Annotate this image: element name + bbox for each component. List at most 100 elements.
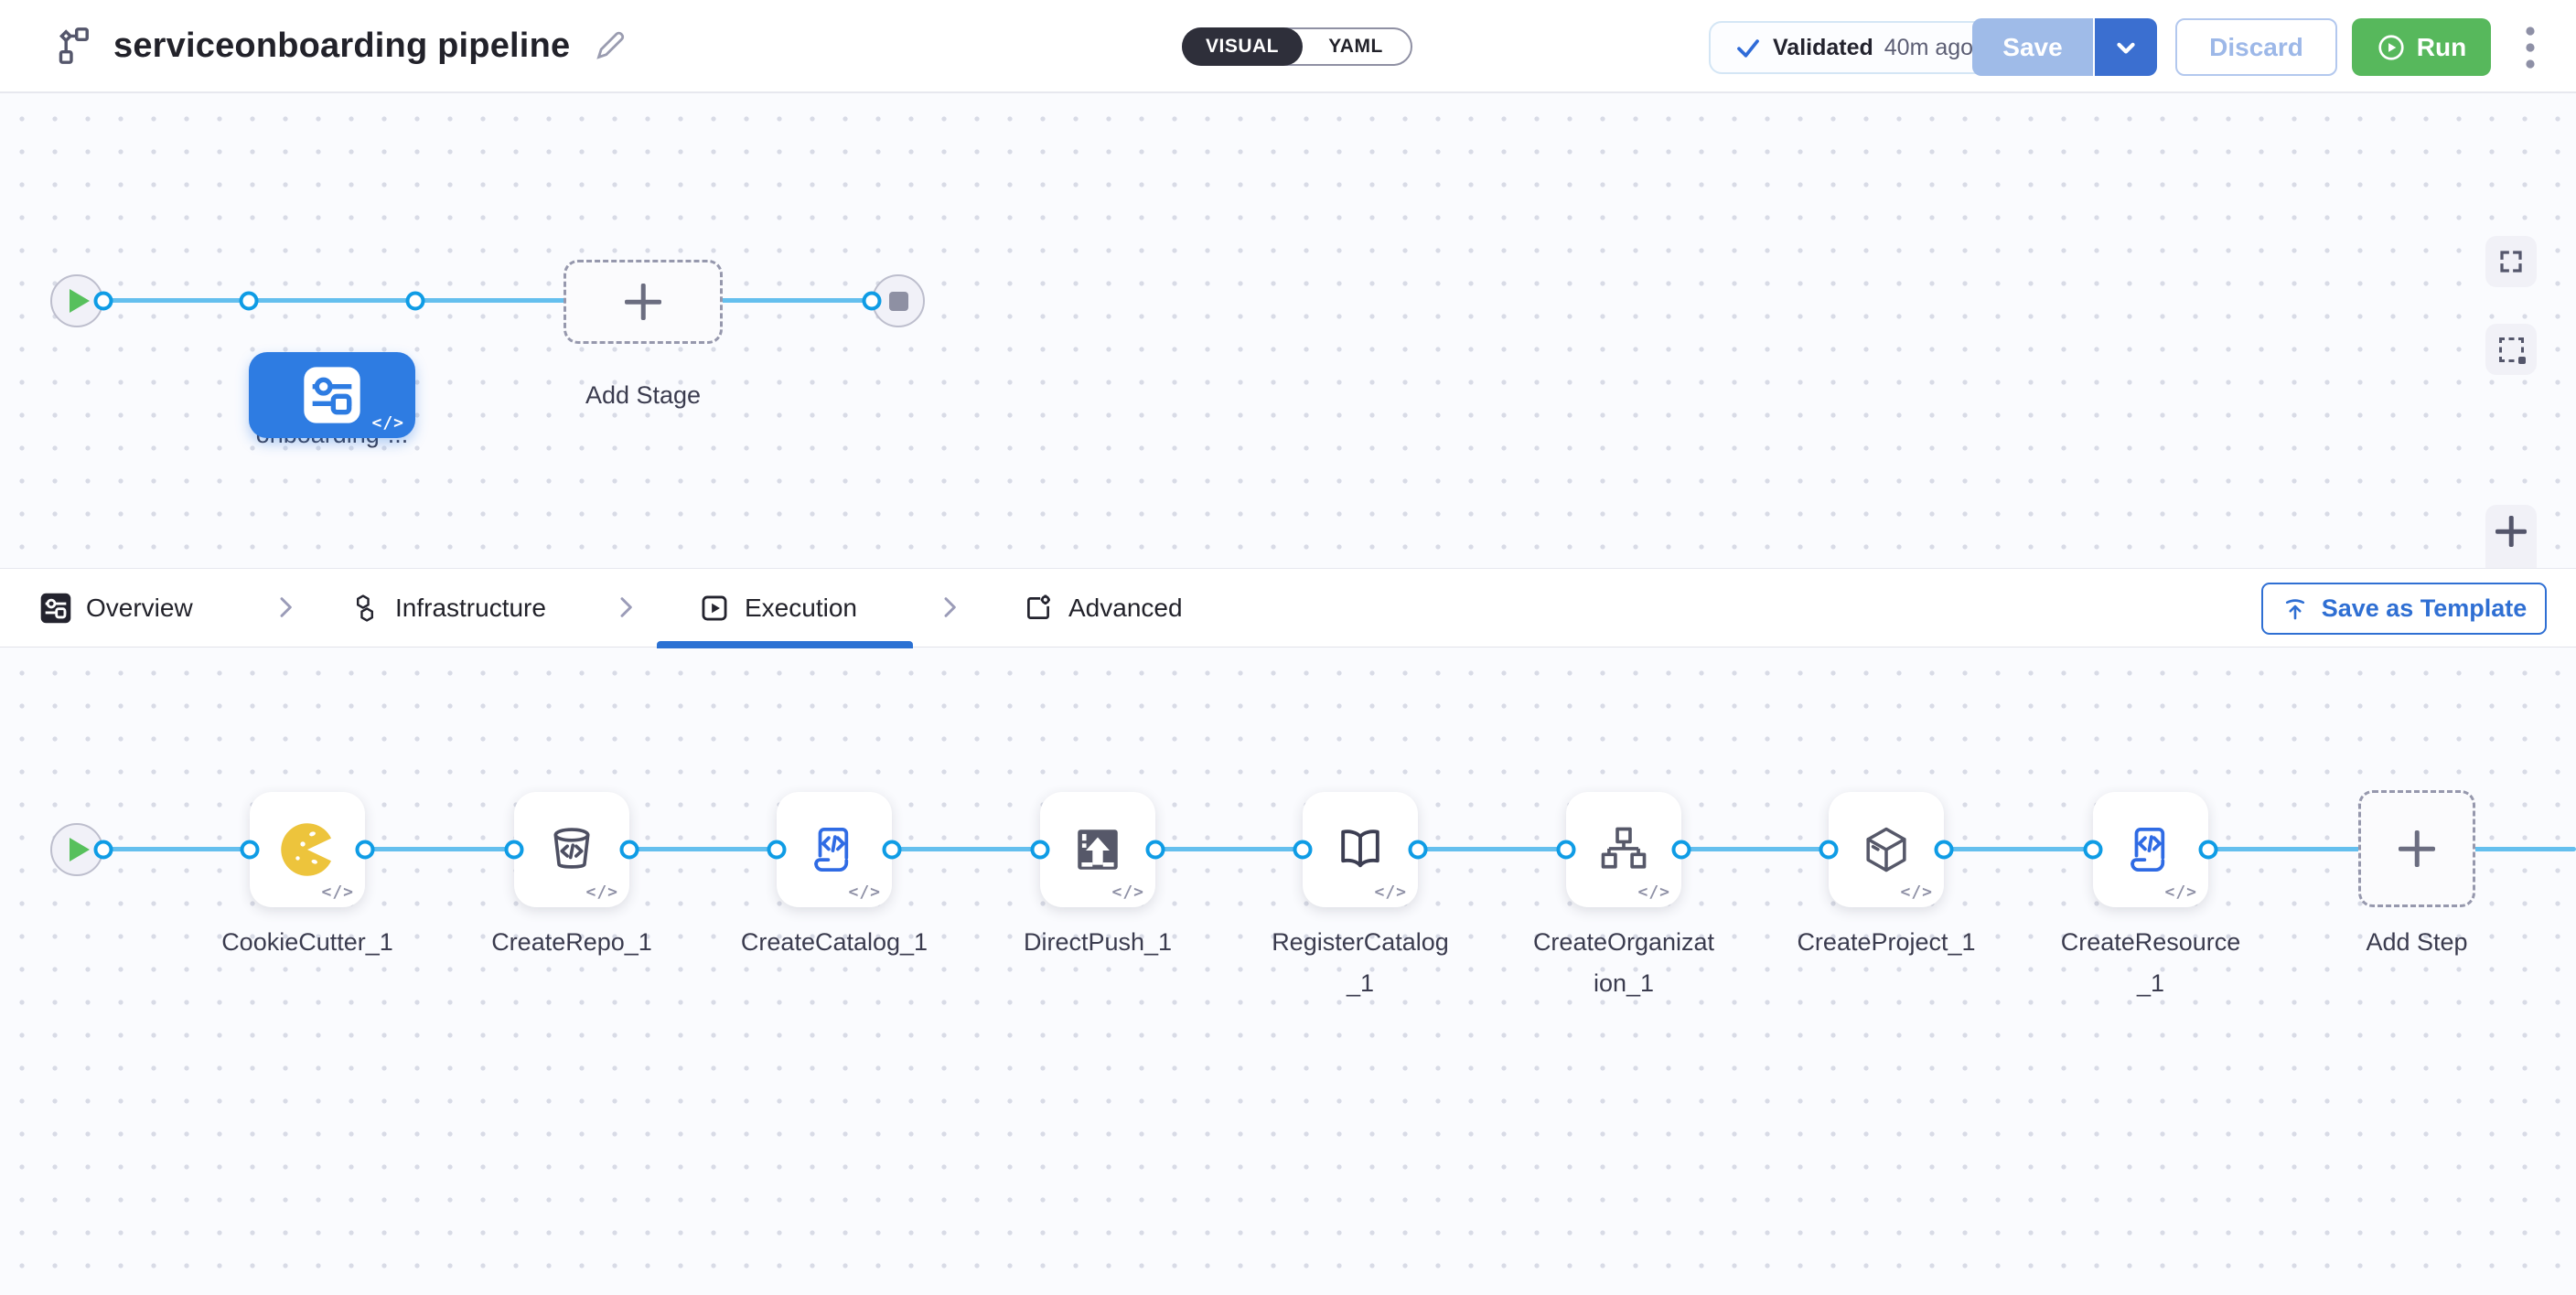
open-book-icon (1332, 821, 1389, 878)
step-node-createcatalog[interactable]: </> (777, 792, 892, 907)
cookie-cutter-icon (279, 821, 336, 878)
execution-canvas[interactable]: </> </> (0, 648, 2576, 1295)
port (883, 840, 902, 860)
direct-push-icon (1071, 823, 1124, 876)
stop-icon (889, 292, 908, 311)
selection-mode-button[interactable] (2485, 324, 2537, 375)
chevron-right-icon (611, 593, 640, 622)
port (1935, 840, 1954, 860)
step-code-badge: </> (1900, 883, 1933, 902)
step-label: DirectPush_1 (979, 922, 1217, 963)
overview-icon (40, 593, 71, 624)
tab-advanced[interactable]: Advanced (1023, 569, 1183, 647)
step-label: CreateProject_1 (1767, 922, 2005, 963)
save-as-template-button[interactable]: Save as Template (2261, 583, 2547, 635)
step-node-cookiecutter[interactable]: </> (250, 792, 365, 907)
port (1146, 840, 1165, 860)
step-label: CreateCatalog_1 (715, 922, 953, 963)
step-label: CookieCutter_1 (188, 922, 426, 963)
stage-pipeline-icon (303, 366, 361, 424)
stage-tab-bar: Overview Infrastructure (0, 568, 2576, 648)
step-node-createorganization[interactable]: </> (1566, 792, 1681, 907)
fullscreen-button[interactable] (2485, 236, 2537, 287)
save-split-button: Save (1972, 18, 2157, 76)
step-node-createresource[interactable]: </> (2093, 792, 2208, 907)
port (94, 840, 113, 860)
port (1819, 840, 1839, 860)
upload-icon (2281, 595, 2309, 623)
stage-code-badge: </> (371, 413, 404, 433)
zoom-out-button[interactable] (2485, 559, 2537, 569)
port (2199, 840, 2218, 860)
code-scroll-icon (806, 821, 863, 878)
validated-time: 40m ago (1884, 35, 1973, 61)
header: serviceonboarding pipeline VISUAL YAML V… (0, 0, 2576, 93)
stage-canvas[interactable]: </> service- onboarding-... Add Stage (0, 93, 2576, 568)
step-code-badge: </> (585, 883, 618, 902)
port (1293, 840, 1313, 860)
execution-icon (699, 593, 730, 624)
port (406, 292, 425, 311)
step-label: CreateOrganization_1 (1505, 922, 1743, 1004)
page-title: serviceonboarding pipeline (113, 27, 570, 66)
start-play-icon (70, 838, 90, 862)
save-button[interactable]: Save (1972, 18, 2095, 76)
step-label: CreateRepo_1 (453, 922, 691, 963)
marquee-icon (2499, 337, 2524, 362)
infrastructure-icon (349, 593, 381, 624)
tab-infrastructure[interactable]: Infrastructure (349, 569, 546, 647)
port (1672, 840, 1691, 860)
discard-button[interactable]: Discard (2175, 18, 2337, 76)
repo-bucket-icon (544, 822, 599, 877)
pipeline-studio: serviceonboarding pipeline VISUAL YAML V… (0, 0, 2576, 1295)
step-code-badge: </> (848, 883, 881, 902)
toggle-yaml[interactable]: YAML (1301, 27, 1411, 66)
validated-label: Validated (1773, 35, 1873, 61)
port (2084, 840, 2103, 860)
port (1557, 840, 1576, 860)
port (94, 292, 113, 311)
plus-icon (2399, 830, 2435, 867)
save-options-button[interactable] (2095, 18, 2157, 76)
plus-icon (625, 284, 661, 320)
port (240, 292, 259, 311)
stage-node[interactable]: </> (249, 352, 415, 438)
kebab-menu-icon[interactable] (2503, 20, 2558, 75)
step-node-createproject[interactable]: </> (1829, 792, 1944, 907)
title-group: serviceonboarding pipeline (49, 0, 628, 91)
add-step-button[interactable] (2358, 790, 2475, 907)
add-stage-label: Add Stage (524, 375, 762, 416)
step-node-createrepo[interactable]: </> (514, 792, 629, 907)
port (356, 840, 375, 860)
stage-flow-line (77, 298, 900, 303)
port (1031, 840, 1050, 860)
step-node-registercatalog[interactable]: </> (1303, 792, 1418, 907)
validated-badge[interactable]: Validated 40m ago (1709, 21, 1999, 74)
check-icon (1734, 34, 1762, 61)
zoom-in-button[interactable] (2485, 505, 2537, 559)
toggle-visual[interactable]: VISUAL (1182, 27, 1303, 66)
port (1409, 840, 1428, 860)
advanced-icon (1023, 593, 1054, 624)
start-play-icon (70, 289, 90, 313)
pipeline-icon (49, 25, 91, 67)
code-scroll-icon (2122, 821, 2179, 878)
chevron-right-icon (271, 593, 300, 622)
port (767, 840, 787, 860)
tab-execution[interactable]: Execution (699, 569, 857, 647)
run-label: Run (2417, 33, 2466, 62)
plus-icon (2496, 516, 2527, 547)
pencil-icon[interactable] (592, 27, 628, 64)
step-code-badge: </> (1637, 883, 1670, 902)
add-stage-button[interactable] (564, 260, 723, 344)
step-node-directpush[interactable]: </> (1040, 792, 1155, 907)
tab-overview[interactable]: Overview (40, 569, 193, 647)
step-code-badge: </> (1374, 883, 1407, 902)
active-tab-underline (657, 641, 913, 648)
step-code-badge: </> (321, 883, 354, 902)
port (863, 292, 882, 311)
step-label: CreateResource_1 (2032, 922, 2270, 1004)
mode-toggle: VISUAL YAML (1182, 27, 1412, 66)
run-button[interactable]: Run (2352, 18, 2491, 76)
port (620, 840, 639, 860)
